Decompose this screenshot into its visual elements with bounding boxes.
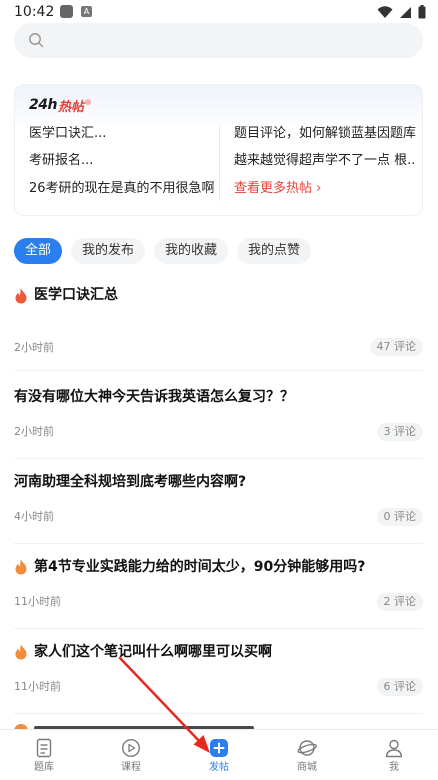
- post-item[interactable]: 家人们这个笔记叫什么啊哪里可以买啊 11小时前 6 评论: [14, 628, 423, 718]
- status-bar: 10:42 A: [0, 0, 438, 24]
- signal-icon: [400, 6, 411, 18]
- hot-post-item[interactable]: 医学口诀汇...: [29, 125, 211, 143]
- bottom-nav: 题库 课程 发帖 商城 我: [0, 729, 438, 780]
- hot-post-item[interactable]: 题目评论，如何解锁蓝基因题库: [234, 125, 416, 143]
- post-time: 11小时前: [14, 595, 61, 608]
- filter-tabs: 全部 我的发布 我的收藏 我的点赞: [14, 238, 312, 264]
- comment-count-badge: 3 评论: [376, 423, 423, 441]
- post-title: 家人们这个笔记叫什么啊哪里可以买啊: [34, 644, 272, 660]
- nav-label: 发帖: [209, 762, 229, 773]
- battery-icon: [418, 5, 426, 19]
- hot-posts-logo: 24h 热帖: [29, 97, 91, 115]
- tab-my-likes[interactable]: 我的点赞: [237, 238, 312, 264]
- nav-label: 商城: [297, 762, 317, 773]
- search-input[interactable]: [14, 23, 423, 58]
- flame-icon: [15, 644, 27, 660]
- flame-icon: [15, 559, 27, 575]
- nav-label: 课程: [121, 762, 141, 773]
- comment-count-badge: 6 评论: [376, 678, 423, 696]
- hot-post-item[interactable]: 考研报名...: [29, 152, 211, 170]
- hot-post-item[interactable]: 越来越觉得超声学不了一点 根...: [234, 152, 416, 170]
- divider: [14, 713, 423, 714]
- more-hot-posts-link[interactable]: 查看更多热帖 ›: [234, 180, 321, 198]
- comment-count-badge: 0 评论: [376, 508, 423, 526]
- post-item[interactable]: 河南助理全科规培到底考哪些内容啊? 4小时前 0 评论: [14, 458, 423, 548]
- post-item[interactable]: 有没有哪位大神今天告诉我英语怎么复习？？ 2小时前 3 评论: [14, 373, 423, 463]
- post-title: 第4节专业实践能力给的时间太少，90分钟能够用吗?: [34, 559, 366, 575]
- nav-label: 题库: [34, 762, 54, 773]
- hot-post-item[interactable]: 26考研的现在是真的不用很急啊: [29, 180, 219, 198]
- notification-badge-icon: A: [81, 6, 92, 17]
- post-time: 11小时前: [14, 680, 61, 693]
- notification-icon: [60, 5, 73, 18]
- divider: [14, 370, 423, 371]
- nav-shop[interactable]: 商城: [263, 730, 351, 780]
- tab-my-posts[interactable]: 我的发布: [71, 238, 146, 264]
- nav-label: 我: [389, 762, 399, 773]
- post-title: 河南助理全科规培到底考哪些内容啊?: [14, 474, 247, 490]
- nav-courses[interactable]: 课程: [87, 730, 175, 780]
- tab-all[interactable]: 全部: [14, 238, 63, 264]
- plus-square-icon: [210, 739, 228, 757]
- post-time: 2小时前: [14, 341, 54, 354]
- post-item[interactable]: 医学口诀汇总 2小时前 47 评论: [14, 283, 423, 373]
- search-icon: [29, 33, 44, 48]
- flame-icon: [15, 288, 27, 304]
- planet-icon: [297, 740, 317, 756]
- status-icons: [377, 5, 426, 19]
- nav-question-bank[interactable]: 题库: [0, 730, 88, 780]
- person-icon: [385, 739, 403, 758]
- post-time: 2小时前: [14, 425, 54, 438]
- comment-count-badge: 2 评论: [376, 593, 423, 611]
- divider: [219, 125, 220, 201]
- comment-count-badge: 47 评论: [369, 338, 423, 356]
- post-item[interactable]: 第4节专业实践能力给的时间太少，90分钟能够用吗? 11小时前 2 评论: [14, 543, 423, 633]
- nav-create-post[interactable]: 发帖: [175, 730, 263, 780]
- document-icon: [36, 738, 52, 758]
- play-circle-icon: [121, 738, 141, 758]
- status-time: 10:42: [14, 4, 55, 20]
- post-title: 有没有哪位大神今天告诉我英语怎么复习？？: [14, 389, 294, 405]
- post-time: 4小时前: [14, 510, 54, 523]
- nav-me[interactable]: 我: [350, 730, 438, 780]
- post-title: 医学口诀汇总: [34, 287, 118, 303]
- tab-my-favorites[interactable]: 我的收藏: [154, 238, 229, 264]
- wifi-icon: [377, 5, 393, 18]
- hot-posts-card: 24h 热帖 医学口诀汇... 考研报名... 26考研的现在是真的不用很急啊 …: [14, 84, 423, 216]
